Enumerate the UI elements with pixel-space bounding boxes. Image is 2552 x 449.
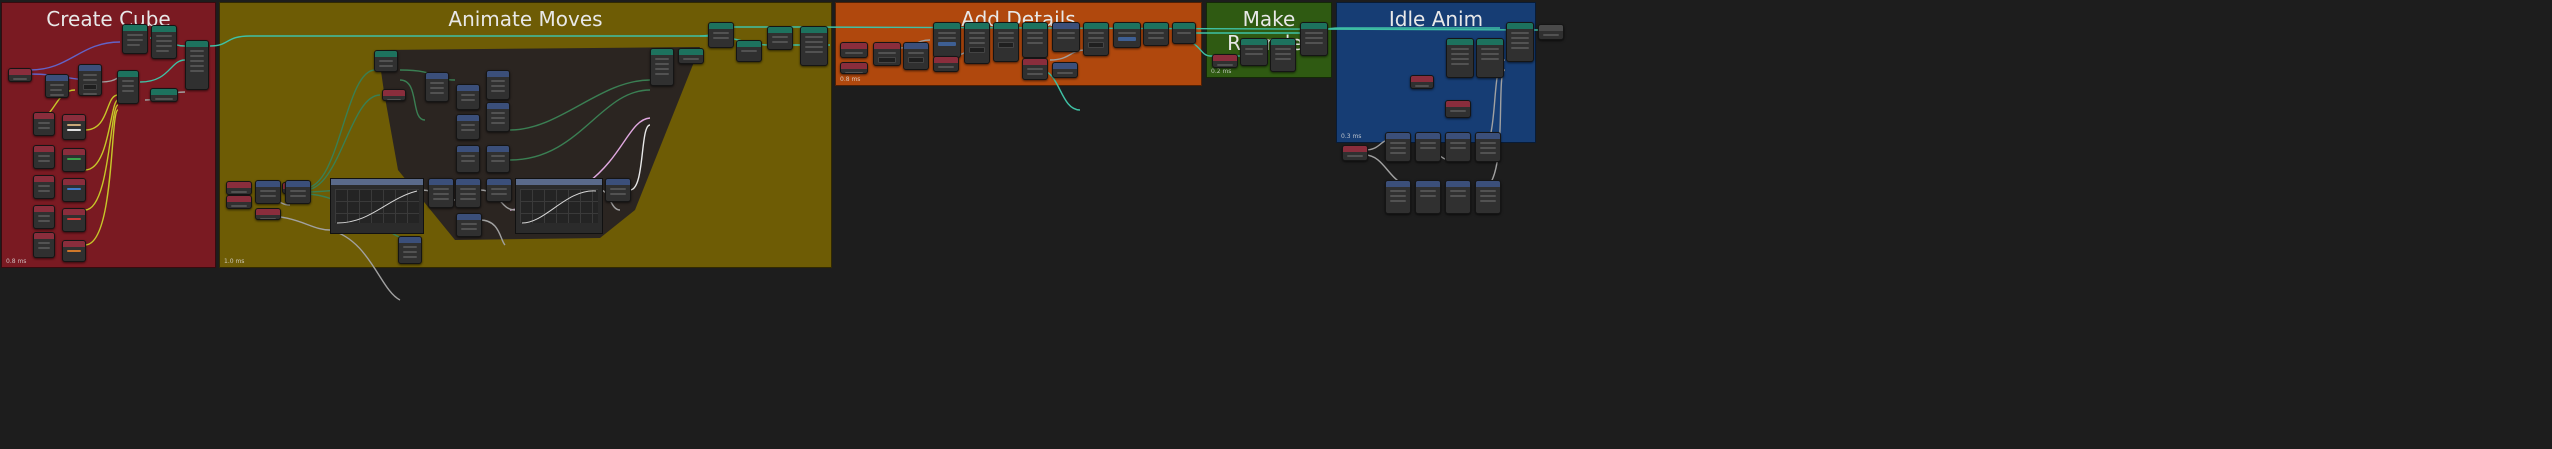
vector-math-node[interactable] [45, 74, 69, 98]
math-node[interactable] [1415, 180, 1441, 214]
combine-xyz-node[interactable] [78, 64, 102, 96]
value-node[interactable] [382, 89, 406, 101]
float-curve-node[interactable] [515, 178, 603, 234]
combine-xyz-node[interactable] [1475, 180, 1501, 214]
material-node[interactable] [62, 178, 86, 202]
cube-node[interactable] [122, 24, 148, 54]
color-node[interactable] [33, 175, 55, 199]
node-editor-canvas[interactable]: Create Cube 0.8 ms Animate Moves 1.0 ms … [0, 0, 2552, 449]
set-position-node[interactable] [650, 48, 674, 86]
scale-elements-node[interactable] [1083, 22, 1109, 56]
math-node[interactable] [605, 178, 631, 202]
subdivision-surface-node[interactable] [1270, 38, 1296, 72]
value-node[interactable] [226, 195, 252, 209]
join-geometry-node[interactable] [708, 22, 734, 48]
realize-node[interactable] [150, 88, 178, 102]
transform-node[interactable] [1476, 38, 1504, 78]
math-node[interactable] [255, 180, 281, 204]
math-node[interactable] [1415, 132, 1441, 162]
value-node[interactable] [255, 208, 281, 220]
frame-timing: 0.2 ms [1211, 68, 1232, 75]
scene-time-node[interactable] [1342, 145, 1368, 161]
set-material-node[interactable] [993, 22, 1019, 62]
extrude-node[interactable] [1022, 22, 1048, 58]
frame-timing: 0.3 ms [1341, 133, 1362, 140]
join-geometry-node[interactable] [1172, 22, 1196, 44]
transform-node[interactable] [1446, 38, 1474, 78]
value-node[interactable] [873, 42, 901, 66]
math-node[interactable] [1385, 180, 1411, 214]
frame-title: Create Cube [46, 7, 171, 31]
curve-line [336, 190, 418, 224]
math-node[interactable] [1445, 180, 1471, 214]
material-node[interactable] [62, 114, 86, 140]
frame-timing: 1.0 ms [224, 258, 245, 265]
color-node[interactable] [33, 112, 55, 136]
math-node[interactable] [1052, 22, 1080, 52]
color-node[interactable] [33, 232, 55, 258]
input-node[interactable] [1022, 58, 1048, 80]
input-node[interactable] [933, 56, 959, 72]
combine-xyz-node[interactable] [486, 102, 510, 132]
float-curve-node[interactable] [330, 178, 424, 234]
math-node[interactable] [285, 180, 311, 204]
combine-xyz-node[interactable] [486, 70, 510, 100]
frame-timing: 0.8 ms [6, 258, 27, 265]
combine-xyz-node[interactable] [1475, 132, 1501, 162]
set-shade-node[interactable] [800, 26, 828, 66]
color-node[interactable] [33, 145, 55, 169]
material-node[interactable] [62, 208, 86, 232]
scale-elements-node[interactable] [964, 22, 990, 64]
extrude-node[interactable] [933, 22, 961, 58]
combine-xyz-node[interactable] [486, 145, 510, 173]
group-output-node[interactable] [1538, 24, 1564, 40]
math-node[interactable] [456, 213, 482, 237]
input-node[interactable] [840, 42, 868, 58]
set-material-node[interactable] [117, 70, 139, 104]
input-node[interactable] [840, 62, 868, 74]
math-node[interactable] [456, 84, 480, 110]
extrude-node[interactable] [1143, 22, 1169, 46]
transform-node[interactable] [1300, 22, 1328, 56]
join-geometry-node[interactable] [185, 40, 209, 90]
input-node[interactable] [1212, 54, 1238, 68]
math-node[interactable] [903, 42, 929, 70]
map-range-node[interactable] [455, 178, 481, 208]
input-node[interactable] [8, 68, 32, 82]
math-node[interactable] [1445, 132, 1471, 162]
transform-node[interactable] [1506, 22, 1534, 62]
material-node[interactable] [62, 148, 86, 172]
math-node[interactable] [1052, 62, 1078, 78]
math-node[interactable] [1385, 132, 1411, 162]
map-range-node[interactable] [398, 236, 422, 264]
math-node[interactable] [425, 72, 449, 102]
map-range-node[interactable] [428, 178, 454, 208]
curve-line [521, 190, 597, 224]
material-node[interactable] [62, 240, 86, 262]
math-node[interactable] [456, 114, 480, 140]
input-node[interactable] [1410, 75, 1434, 89]
transform-node[interactable] [767, 26, 793, 50]
scene-time-node[interactable] [226, 181, 252, 195]
color-node[interactable] [33, 205, 55, 229]
transform-node[interactable] [151, 25, 177, 59]
input-node[interactable] [1445, 100, 1471, 118]
transform-node[interactable] [678, 48, 704, 64]
math-node[interactable] [456, 145, 480, 173]
realize-node[interactable] [736, 40, 762, 62]
set-material-node[interactable] [1113, 22, 1141, 48]
subdivide-node[interactable] [1240, 38, 1268, 66]
frame-timing: 0.8 ms [840, 76, 861, 83]
math-node[interactable] [486, 178, 512, 202]
frame-title: Animate Moves [448, 7, 603, 31]
set-position-node[interactable] [374, 50, 398, 72]
